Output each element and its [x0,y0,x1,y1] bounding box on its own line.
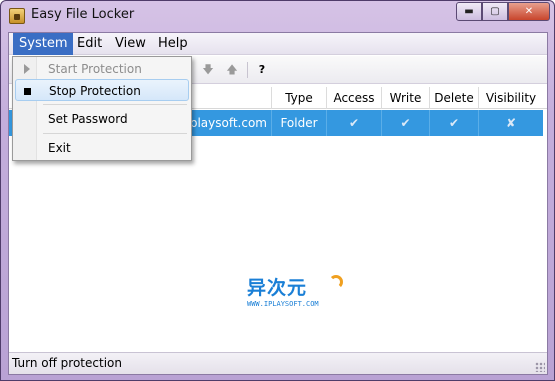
check-icon: ✔ [400,116,411,130]
menu-edit[interactable]: Edit [71,33,108,55]
column-header-delete[interactable]: Delete [429,87,478,109]
system-menu-dropdown: Start Protection Stop Protection Set Pas… [12,56,192,161]
column-header-write[interactable]: Write [381,87,429,109]
status-text: Turn off protection [12,356,122,370]
maximize-button[interactable]: ▢ [482,2,508,21]
watermark: 异次元 WWW.IPLAYSOFT.COM [247,273,357,317]
status-bar: Turn off protection [9,352,547,374]
cross-icon: ✘ [505,116,517,130]
stop-icon [24,88,31,95]
menu-item-label: Set Password [48,112,128,126]
resize-grip-icon[interactable] [535,362,545,372]
check-icon: ✔ [348,116,360,130]
maximize-icon: ▢ [490,6,500,17]
help-icon: ? [258,63,266,76]
minimize-button[interactable]: ▬ [456,2,482,21]
column-header-type[interactable]: Type [271,87,326,109]
close-button[interactable]: ✕ [508,2,550,21]
cell-access: ✔ [326,110,381,136]
arrow-up-icon: 🡅 [226,63,238,76]
lock-app-icon [9,8,25,24]
cell-delete: ✔ [429,110,478,136]
menu-item-start-protection[interactable]: Start Protection [15,58,189,80]
menu-item-exit[interactable]: Exit [15,137,189,159]
watermark-logo: 异次元 [247,277,308,299]
title-bar[interactable]: Easy File Locker ▬ ▢ ✕ [1,1,554,31]
menu-item-label: Start Protection [48,62,142,76]
menu-view[interactable]: View [109,33,152,55]
menu-item-label: Stop Protection [49,84,141,98]
close-icon: ✕ [524,6,534,17]
play-icon [24,64,30,74]
menu-separator [43,104,187,105]
watermark-url: WWW.IPLAYSOFT.COM [247,300,319,308]
signal-wave-icon [329,275,343,289]
cell-write: ✔ [381,110,429,136]
app-window: Easy File Locker ▬ ▢ ✕ System Edit View … [0,0,555,381]
column-header-access[interactable]: Access [326,87,381,109]
cell-type: Folder [271,110,326,136]
toolbar-separator [247,62,248,78]
menu-bar: System Edit View Help [9,33,547,55]
cell-visibility: ✘ [478,110,543,136]
menu-item-set-password[interactable]: Set Password [15,108,189,130]
help-button[interactable]: ? [254,62,270,78]
window-title: Easy File Locker [31,7,135,22]
minimize-icon: ▬ [464,6,474,17]
menu-system[interactable]: System [13,33,74,55]
menu-item-label: Exit [48,141,71,155]
arrow-down-icon: 🡇 [202,63,214,76]
menu-item-stop-protection[interactable]: Stop Protection [15,79,189,101]
menu-help[interactable]: Help [152,33,194,55]
check-icon: ✔ [448,116,460,130]
column-header-visibility[interactable]: Visibility [478,87,543,109]
move-down-button[interactable]: 🡇 [200,62,216,78]
menu-separator [43,133,187,134]
move-up-button[interactable]: 🡅 [224,62,240,78]
